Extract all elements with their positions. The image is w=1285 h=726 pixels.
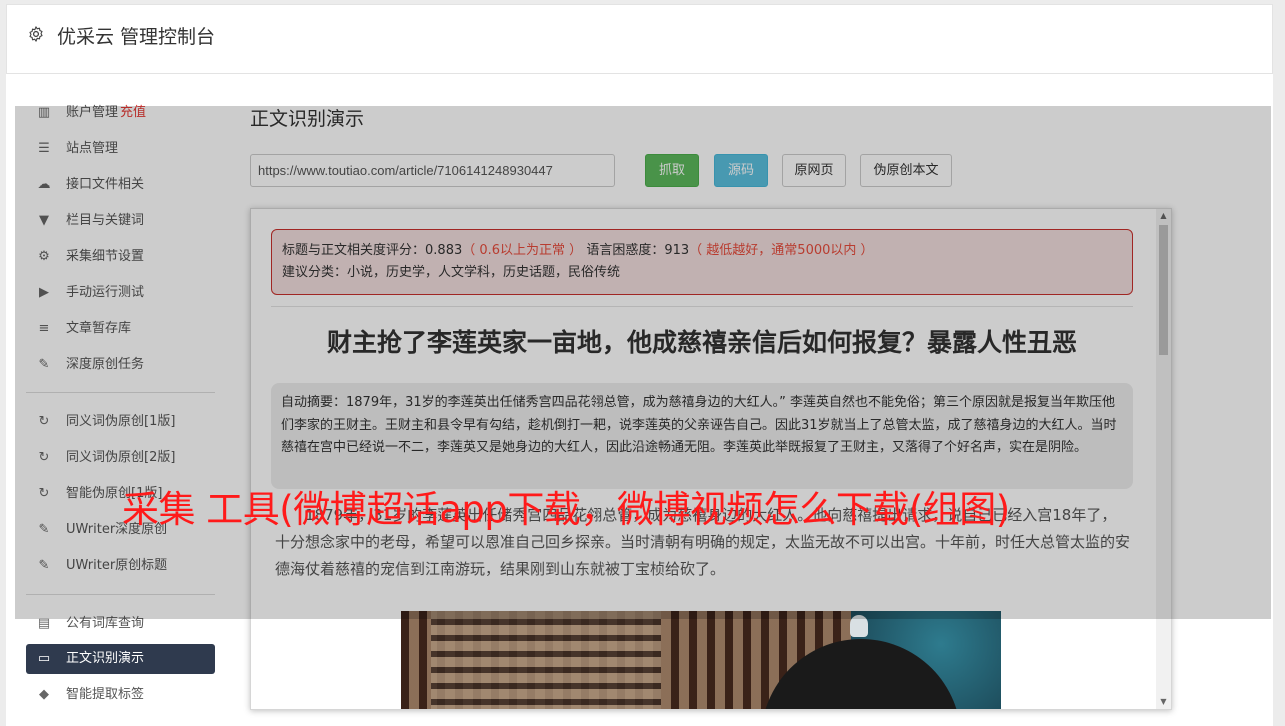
- edit-icon: ✎: [38, 522, 50, 537]
- top-header-bar: 优采云 管理控制台: [6, 4, 1273, 74]
- database-icon: ≡: [38, 321, 50, 336]
- refresh-icon: ↻: [38, 450, 50, 465]
- edit-icon: ✎: [38, 558, 50, 573]
- lattice-window: [431, 611, 661, 709]
- sidebar-item-interface-files[interactable]: ☁ 接口文件相关: [26, 170, 215, 200]
- sidebar-item-deep-original[interactable]: ✎ 深度原创任务: [26, 350, 215, 380]
- watermark-caption: 采集 工具(微博超话app下载，微博视频怎么下载(组图): [122, 488, 1010, 531]
- sidebar-item-manual-run[interactable]: ▶ 手动运行测试: [26, 278, 215, 308]
- gear-icon: [29, 26, 43, 42]
- sidebar-item-public-lexicon[interactable]: ▤ 公有词库查询: [26, 609, 215, 639]
- sidebar-item-synonym-v1[interactable]: ↻ 同义词伪原创[1版]: [26, 407, 215, 437]
- hat-finial: [850, 615, 868, 637]
- recognition-result-panel[interactable]: 标题与正文相关度评分：0.883（ 0.6以上为正常 ） 语言困惑度：913（ …: [250, 208, 1172, 710]
- scroll-up-arrow-icon[interactable]: ▲: [1156, 209, 1171, 223]
- sidebar-item-uwriter-title[interactable]: ✎ UWriter原创标题: [26, 551, 215, 581]
- play-icon: ▶: [39, 285, 49, 300]
- result-scrollbar[interactable]: ▲ ▼: [1156, 209, 1171, 709]
- sidebar-divider: [26, 594, 215, 595]
- article-title: 财主抢了李莲英家一亩地，他成慈禧亲信后如何报复？暴露人性丑恶: [326, 328, 1077, 357]
- sidebar-item-smart-tags[interactable]: ◆ 智能提取标签: [26, 680, 215, 710]
- sidebar-divider: [26, 392, 215, 393]
- sidebar: ▥ 账户管理 充值 ☰ 站点管理 ☁ 接口文件相关 ▼ 栏目与关键词 ⚙ 采集细节设置 ▶ 手…: [6, 74, 236, 726]
- sidebar-item-sites[interactable]: ☰ 站点管理: [26, 134, 215, 164]
- fetch-button[interactable]: 抓取: [645, 154, 699, 187]
- sidebar-item-text-recognition[interactable]: ▭ 正文识别演示: [26, 644, 215, 674]
- tag-icon: ◆: [39, 687, 49, 702]
- score-alert: 标题与正文相关度评分：0.883（ 0.6以上为正常 ） 语言困惑度：913（ …: [271, 229, 1133, 295]
- scroll-thumb[interactable]: [1159, 225, 1168, 355]
- refresh-icon: ↻: [38, 486, 50, 501]
- category-line: 建议分类：小说，历史学，人文学科，历史话题，民俗传统: [282, 265, 621, 280]
- score-line: 标题与正文相关度评分：0.883（ 0.6以上为正常 ） 语言困惑度：913（ …: [282, 243, 874, 258]
- divider: [271, 306, 1133, 307]
- refresh-icon: ↻: [38, 414, 50, 429]
- sidebar-item-columns-keywords[interactable]: ▼ 栏目与关键词: [26, 206, 215, 236]
- console-title: 优采云 管理控制台: [57, 26, 216, 48]
- cogs-icon: ⚙: [38, 249, 50, 264]
- rewrite-article-button[interactable]: 伪原创本文: [860, 154, 952, 187]
- auto-summary: 自动摘要：1879年，31岁的李莲英出任储秀宫四品花翎总管，成为慈禧身边的大红人…: [271, 383, 1133, 489]
- bar-chart-icon: ▥: [37, 105, 51, 120]
- sidebar-item-synonym-v2[interactable]: ↻ 同义词伪原创[2版]: [26, 443, 215, 473]
- main-stage: ▥ 账户管理 充值 ☰ 站点管理 ☁ 接口文件相关 ▼ 栏目与关键词 ⚙ 采集细节设置 ▶ 手…: [6, 74, 1273, 726]
- monitor-icon: ▭: [37, 651, 51, 666]
- sidebar-item-account[interactable]: ▥ 账户管理 充值: [26, 98, 215, 128]
- filter-icon: ▼: [39, 213, 49, 228]
- edit-icon: ✎: [38, 357, 50, 372]
- source-code-button[interactable]: 源码: [714, 154, 768, 187]
- url-input[interactable]: [250, 154, 615, 187]
- original-page-button[interactable]: 原网页: [782, 154, 846, 187]
- server-icon: ☰: [38, 141, 50, 156]
- sidebar-item-article-storage[interactable]: ≡ 文章暂存库: [26, 314, 215, 344]
- page-title: 正文识别演示: [250, 108, 365, 130]
- book-icon: ▤: [37, 616, 51, 631]
- scroll-down-arrow-icon[interactable]: ▼: [1156, 695, 1171, 709]
- sidebar-item-collect-settings[interactable]: ⚙ 采集细节设置: [26, 242, 215, 272]
- recharge-link[interactable]: 充值: [120, 105, 146, 120]
- article-image: [401, 611, 1001, 709]
- cloud-upload-icon: ☁: [37, 177, 51, 192]
